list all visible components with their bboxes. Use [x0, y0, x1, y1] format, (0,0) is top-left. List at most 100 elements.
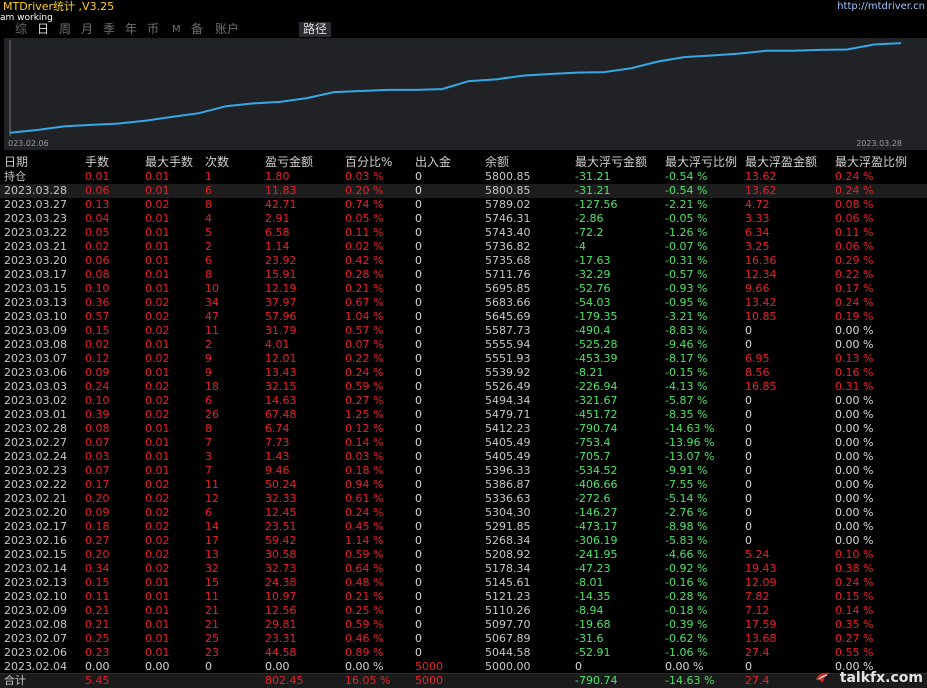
header-max-floating-profit-pct[interactable]: 最大浮盈比例: [835, 155, 907, 169]
row-percent: 0.57 %: [345, 324, 384, 337]
row-balance: 5789.02: [485, 198, 531, 211]
table-row[interactable]: 2023.03.27 0.13 0.02 8 42.71 0.74 % 0 5789.02 -1…: [0, 198, 927, 212]
row-max-lots: 0.02: [145, 324, 170, 337]
row-date: 2023.02.28: [4, 422, 67, 435]
row-max-drawdown-pct: -3.21 %: [665, 310, 708, 323]
row-max-lots: 0.02: [145, 380, 170, 393]
table-row[interactable]: 2023.03.28 0.06 0.01 6 11.83 0.20 % 0 5800.85 -3…: [0, 184, 927, 198]
row-lots: 0.34: [85, 562, 110, 575]
table-row[interactable]: 2023.02.06 0.23 0.01 23 44.58 0.89 % 0 5044.58 -…: [0, 646, 927, 660]
table-row[interactable]: 2023.03.17 0.08 0.01 8 15.91 0.28 % 0 5711.76 -3…: [0, 268, 927, 282]
header-pnl[interactable]: 盈亏金额: [265, 155, 313, 169]
row-lots: 0.24: [85, 380, 110, 393]
row-count: 6: [205, 184, 212, 197]
table-row[interactable]: 2023.02.21 0.20 0.02 12 32.33 0.61 % 0 5336.63 -…: [0, 492, 927, 506]
table-row[interactable]: 2023.02.16 0.27 0.02 17 59.42 1.14 % 0 5268.34 -…: [0, 534, 927, 548]
table-row[interactable]: 2023.03.07 0.12 0.02 9 12.01 0.22 % 0 5551.93 -4…: [0, 352, 927, 366]
table-row[interactable]: 2023.03.13 0.36 0.02 34 37.97 0.67 % 0 5683.66 -…: [0, 296, 927, 310]
website-link[interactable]: http://mtdriver.cn: [837, 1, 925, 13]
table-row[interactable]: 2023.03.21 0.02 0.01 2 1.14 0.02 % 0 5736.82 -4 -…: [0, 240, 927, 254]
table-row[interactable]: 2023.03.23 0.04 0.01 4 2.91 0.05 % 0 5746.31 -2.…: [0, 212, 927, 226]
table-row[interactable]: 2023.02.15 0.20 0.02 13 30.58 0.59 % 0 5208.92 -…: [0, 548, 927, 562]
header-date[interactable]: 日期: [4, 155, 28, 169]
table-row[interactable]: 2023.03.02 0.10 0.02 6 14.63 0.27 % 0 5494.34 -3…: [0, 394, 927, 408]
table-row[interactable]: 2023.03.08 0.02 0.01 2 4.01 0.07 % 0 5555.94 -52…: [0, 338, 927, 352]
row-count: 5: [205, 226, 212, 239]
row-max-floating-profit: 7.12: [745, 604, 770, 617]
table-row[interactable]: 2023.02.24 0.03 0.01 3 1.43 0.03 % 0 5405.49 -70…: [0, 450, 927, 464]
table-row[interactable]: 2023.02.23 0.07 0.01 7 9.46 0.18 % 0 5396.33 -53…: [0, 464, 927, 478]
header-lots[interactable]: 手数: [85, 155, 109, 169]
tab-currency[interactable]: 币: [147, 22, 159, 37]
header-deposit[interactable]: 出入金: [415, 155, 451, 169]
table-row-holding[interactable]: 持仓 0.01 0.01 1 1.80 0.03 % 0 5800.85 -31.21 -0.54…: [0, 170, 927, 184]
row-date: 2023.02.22: [4, 478, 67, 491]
row-date: 2023.03.23: [4, 212, 67, 225]
row-max-lots: 0.02: [145, 408, 170, 421]
row-max-drawdown: -127.56: [575, 198, 618, 211]
row-pnl: 32.73: [265, 562, 297, 575]
row-max-floating-profit-pct: 0.00 %: [835, 338, 874, 351]
row-balance: 5291.85: [485, 520, 531, 533]
tab-week[interactable]: 周: [59, 22, 71, 37]
row-max-lots: 0.02: [145, 506, 170, 519]
tab-path[interactable]: 路径: [299, 22, 332, 37]
equity-chart-svg: [9, 40, 902, 136]
row-lots: 0.09: [85, 366, 110, 379]
row-lots: 0.39: [85, 408, 110, 421]
tab-m[interactable]: M: [172, 22, 181, 37]
header-max-lots[interactable]: 最大手数: [145, 155, 193, 169]
table-row[interactable]: 2023.02.14 0.34 0.02 32 32.73 0.64 % 0 5178.34 -…: [0, 562, 927, 576]
row-pnl: 6.58: [265, 226, 290, 239]
table-row[interactable]: 2023.02.22 0.17 0.02 11 50.24 0.94 % 0 5386.87 -…: [0, 478, 927, 492]
row-max-floating-profit-pct: 0.27 %: [835, 632, 874, 645]
row-lots: 0.36: [85, 296, 110, 309]
row-max-drawdown: -534.52: [575, 464, 618, 477]
header-percent[interactable]: 百分比%: [345, 155, 392, 169]
row-percent: 0.12 %: [345, 422, 384, 435]
row-percent: 0.14 %: [345, 436, 384, 449]
table-row[interactable]: 2023.03.06 0.09 0.01 9 13.43 0.24 % 0 5539.92 -8…: [0, 366, 927, 380]
table-row[interactable]: 2023.02.17 0.18 0.02 14 23.51 0.45 % 0 5291.85 -…: [0, 520, 927, 534]
row-lots: 0.21: [85, 604, 110, 617]
header-max-floating-profit[interactable]: 最大浮盈金额: [745, 155, 817, 169]
table-row[interactable]: 2023.03.03 0.24 0.02 18 32.15 0.59 % 0 5526.49 -…: [0, 380, 927, 394]
row-percent: 0.28 %: [345, 268, 384, 281]
table-row[interactable]: 2023.02.28 0.08 0.01 8 6.74 0.12 % 0 5412.23 -79…: [0, 422, 927, 436]
tab-day[interactable]: 日: [37, 22, 49, 37]
row-max-floating-profit: 16.85: [745, 380, 777, 393]
row-lots: 0.05: [85, 226, 110, 239]
tab-account[interactable]: 账户: [215, 22, 239, 37]
row-balance: 5121.23: [485, 590, 531, 603]
table-row[interactable]: 2023.02.04 0.00 0.00 0 0.00 0.00 % 5000 5000.00…: [0, 660, 927, 674]
header-balance[interactable]: 余额: [485, 155, 509, 169]
table-row[interactable]: 2023.02.08 0.21 0.01 21 29.81 0.59 % 0 5097.70 -…: [0, 618, 927, 632]
row-max-drawdown-pct: -0.95 %: [665, 296, 708, 309]
header-max-drawdown-pct[interactable]: 最大浮亏比例: [665, 155, 737, 169]
table-row[interactable]: 2023.02.13 0.15 0.01 15 24.38 0.48 % 0 5145.61 -…: [0, 576, 927, 590]
table-row[interactable]: 2023.03.09 0.15 0.02 11 31.79 0.57 % 0 5587.73 -…: [0, 324, 927, 338]
tab-notes[interactable]: 备: [191, 22, 203, 37]
table-row[interactable]: 2023.03.15 0.10 0.01 10 12.19 0.21 % 0 5695.85 -…: [0, 282, 927, 296]
table-row[interactable]: 2023.03.20 0.06 0.01 6 23.92 0.42 % 0 5735.68 -1…: [0, 254, 927, 268]
table-row[interactable]: 2023.02.10 0.11 0.01 11 10.97 0.21 % 0 5121.23 -…: [0, 590, 927, 604]
table-row[interactable]: 2023.02.07 0.25 0.01 25 23.31 0.46 % 0 5067.89 -…: [0, 632, 927, 646]
table-row[interactable]: 2023.02.09 0.21 0.01 21 12.56 0.25 % 0 5110.26 -…: [0, 604, 927, 618]
tab-overview[interactable]: 综: [15, 22, 27, 37]
tab-quarter[interactable]: 季: [103, 22, 115, 37]
row-max-drawdown-pct: -14.63 %: [665, 422, 715, 435]
row-pnl: 10.97: [265, 590, 297, 603]
row-lots: 0.11: [85, 590, 110, 603]
row-deposit: 0: [415, 450, 422, 463]
table-row[interactable]: 2023.03.01 0.39 0.02 26 67.48 1.25 % 0 5479.71 -…: [0, 408, 927, 422]
header-count[interactable]: 次数: [205, 155, 229, 169]
table-row[interactable]: 2023.03.22 0.05 0.01 5 6.58 0.11 % 0 5743.40 -72…: [0, 226, 927, 240]
table-row[interactable]: 2023.02.27 0.07 0.01 7 7.73 0.14 % 0 5405.49 -75…: [0, 436, 927, 450]
row-date: 2023.02.17: [4, 520, 67, 533]
table-row[interactable]: 2023.03.10 0.57 0.02 47 57.96 1.04 % 0 5645.69 -…: [0, 310, 927, 324]
tab-month[interactable]: 月: [81, 22, 93, 37]
header-max-drawdown[interactable]: 最大浮亏金额: [575, 155, 647, 169]
row-date: 2023.03.09: [4, 324, 67, 337]
table-row[interactable]: 2023.02.20 0.09 0.02 6 12.45 0.24 % 0 5304.30 -1…: [0, 506, 927, 520]
tab-year[interactable]: 年: [125, 22, 137, 37]
